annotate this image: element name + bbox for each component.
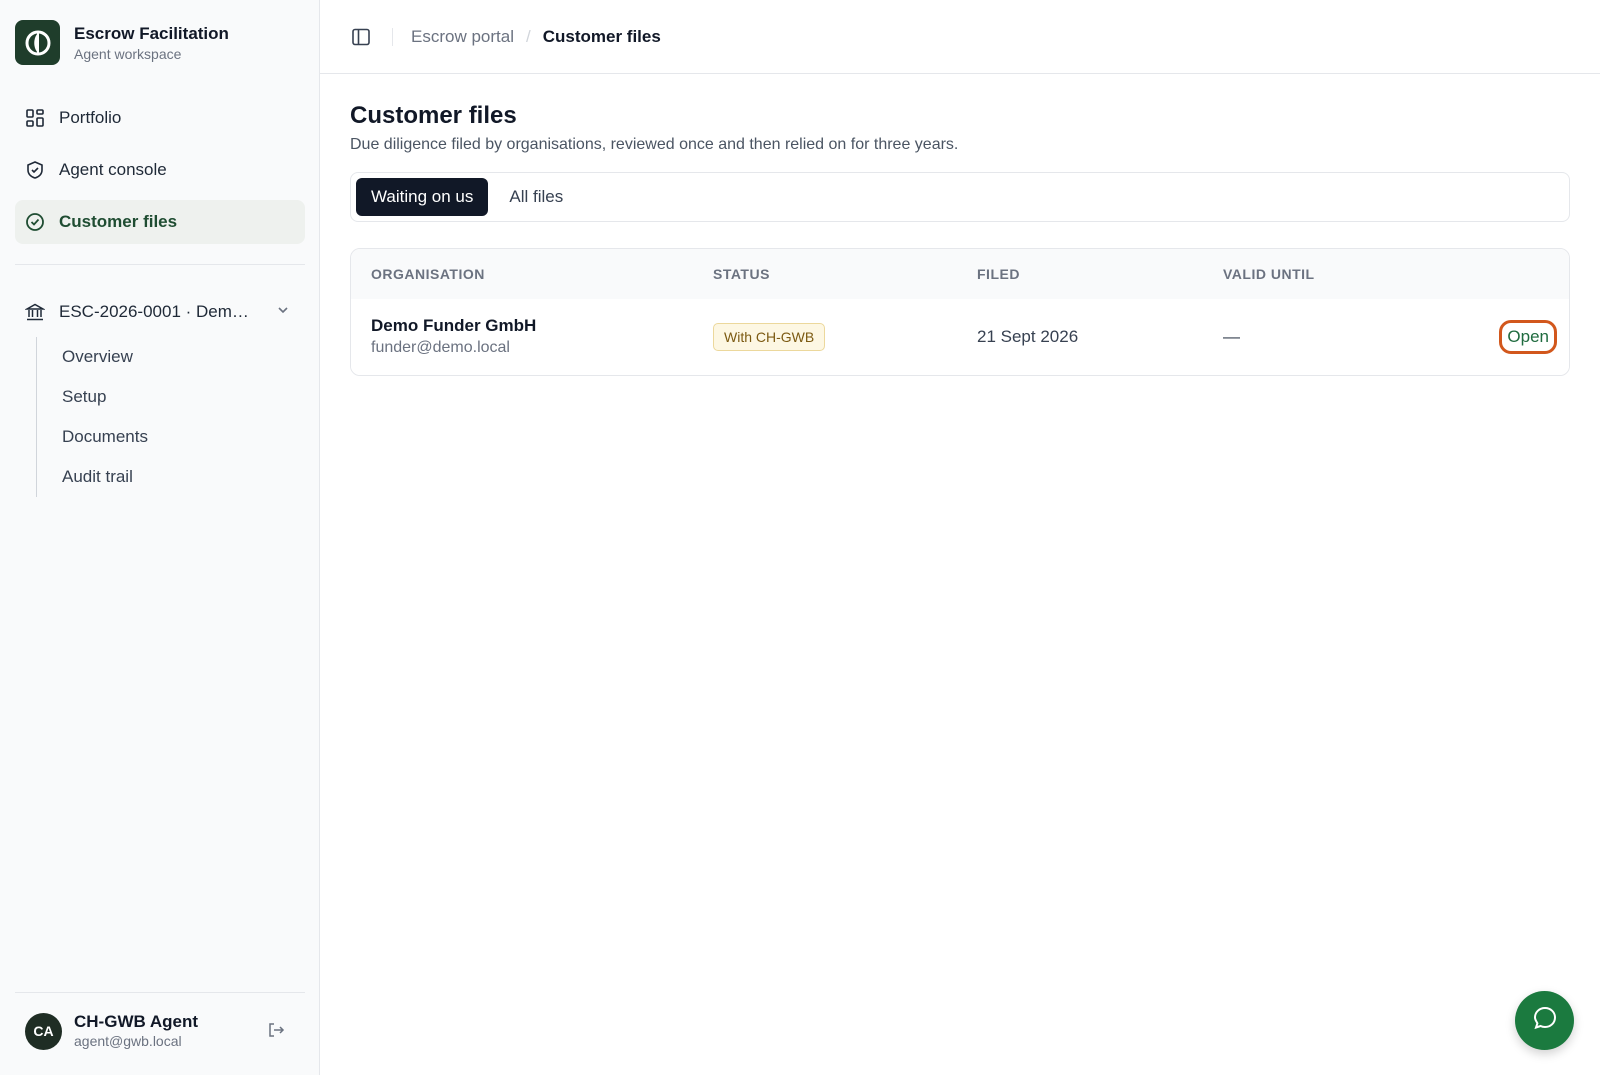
nav-item-label: Customer files bbox=[59, 212, 178, 231]
chat-bubble-icon bbox=[1532, 1005, 1558, 1036]
nav-item-label: Agent console bbox=[59, 160, 167, 179]
check-circle-icon bbox=[25, 212, 45, 232]
breadcrumb-current: Customer files bbox=[542, 26, 661, 46]
breadcrumb-separator: / bbox=[525, 26, 531, 46]
organisation-name: Demo Funder GmbH bbox=[371, 316, 537, 335]
sidebar-toggle-icon[interactable] bbox=[350, 26, 372, 48]
tab-all-files[interactable]: All files bbox=[494, 178, 578, 216]
files-table: ORGANISATION STATUS FILED VALID UNTIL De… bbox=[350, 248, 1570, 376]
valid-until: — bbox=[1223, 327, 1240, 346]
user-profile: CA CH-GWB Agent agent@gwb.local bbox=[25, 1012, 295, 1050]
avatar[interactable]: CA bbox=[25, 1012, 62, 1050]
top-header: Escrow portal / Customer files bbox=[320, 0, 1600, 74]
nav-item-label: Portfolio bbox=[59, 108, 122, 127]
header-separator bbox=[392, 27, 393, 46]
nav-item-agent-console[interactable]: Agent console bbox=[15, 148, 305, 192]
status-badge: With CH-GWB bbox=[713, 323, 826, 351]
logout-icon[interactable] bbox=[267, 1021, 285, 1044]
column-valid-until: VALID UNTIL bbox=[1223, 266, 1315, 282]
page-title: Customer files bbox=[350, 102, 517, 129]
escrow-selector[interactable]: ESC-2026-0001 · Dem… bbox=[15, 290, 305, 334]
column-status: STATUS bbox=[713, 266, 770, 282]
filed-date: 21 Sept 2026 bbox=[977, 327, 1079, 346]
shield-icon bbox=[25, 160, 45, 180]
grid-icon bbox=[25, 108, 45, 128]
open-button[interactable]: Open bbox=[1499, 320, 1557, 354]
main-content: Customer files Due diligence filed by or… bbox=[350, 100, 1570, 376]
subnav-item-setup[interactable]: Setup bbox=[37, 377, 296, 417]
logo-icon bbox=[15, 20, 60, 65]
filter-tabs: Waiting on us All files bbox=[350, 172, 1570, 222]
table-header: ORGANISATION STATUS FILED VALID UNTIL bbox=[351, 249, 1569, 299]
organisation-email: funder@demo.local bbox=[371, 339, 510, 356]
sidebar: Escrow Facilitation Agent workspace Port… bbox=[0, 0, 320, 1075]
brand[interactable]: Escrow Facilitation Agent workspace bbox=[15, 20, 229, 65]
table-row: Demo Funder GmbH funder@demo.local With … bbox=[351, 299, 1569, 375]
column-filed: FILED bbox=[977, 266, 1020, 282]
tab-waiting-on-us[interactable]: Waiting on us bbox=[356, 178, 489, 216]
subnav-item-documents[interactable]: Documents bbox=[37, 417, 296, 457]
divider bbox=[15, 264, 305, 265]
user-name: CH-GWB Agent bbox=[74, 1012, 199, 1031]
page-description: Due diligence filed by organisations, re… bbox=[350, 136, 959, 153]
column-organisation: ORGANISATION bbox=[371, 266, 485, 282]
nav-item-portfolio[interactable]: Portfolio bbox=[15, 96, 305, 140]
subnav-item-overview[interactable]: Overview bbox=[37, 337, 296, 377]
nav-item-customer-files[interactable]: Customer files bbox=[15, 200, 305, 244]
bank-icon bbox=[25, 302, 45, 322]
chat-button[interactable] bbox=[1515, 991, 1574, 1050]
chevron-down-icon bbox=[275, 302, 291, 323]
breadcrumb-parent[interactable]: Escrow portal bbox=[411, 27, 514, 47]
main-nav: Portfolio Agent console Customer files bbox=[15, 96, 305, 252]
brand-title: Escrow Facilitation bbox=[74, 23, 229, 43]
brand-subtitle: Agent workspace bbox=[74, 45, 182, 62]
escrow-label: ESC-2026-0001 · Dem… bbox=[59, 302, 249, 321]
subnav-item-audit-trail[interactable]: Audit trail bbox=[37, 457, 296, 497]
divider bbox=[15, 992, 305, 993]
escrow-subnav: Overview Setup Documents Audit trail bbox=[36, 337, 296, 497]
user-email: agent@gwb.local bbox=[74, 1033, 182, 1049]
